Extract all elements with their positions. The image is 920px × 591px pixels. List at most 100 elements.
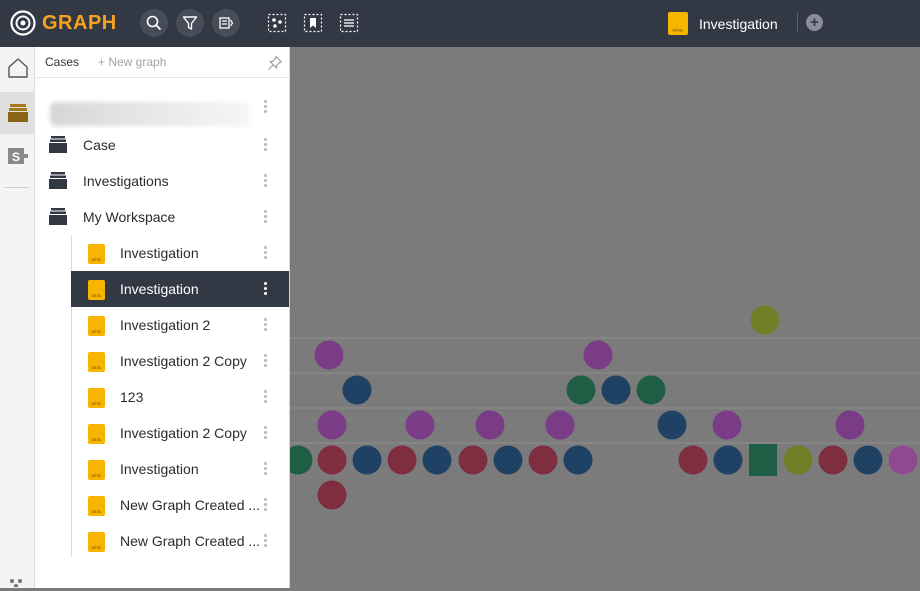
logo-text: GRAPH: [42, 11, 117, 34]
more-options-icon[interactable]: [258, 317, 272, 333]
graph-item[interactable]: MTGL Investigation 2 Copy: [71, 343, 289, 379]
graph-item[interactable]: MTGL 123: [71, 379, 289, 415]
more-options-icon[interactable]: [258, 173, 272, 189]
sql-icon: S: [7, 148, 28, 164]
graph-file-icon: MTGL: [88, 460, 105, 480]
graph-item[interactable]: MTGL Investigation: [71, 271, 289, 307]
layout-icon: [219, 17, 234, 29]
graph-file-icon: MTGL: [88, 496, 105, 516]
graph-node[interactable]: [818, 445, 848, 475]
graph-node[interactable]: [749, 444, 777, 476]
svg-text:MTGL: MTGL: [92, 438, 102, 442]
svg-text:MTGL: MTGL: [92, 258, 102, 262]
graph-node[interactable]: [783, 445, 813, 475]
graph-item[interactable]: MTGL Investigation: [71, 235, 289, 271]
graph-file-icon: MTGL: [88, 388, 105, 408]
graph-node[interactable]: [317, 410, 347, 440]
graph-item[interactable]: MTGL Investigation 2: [71, 307, 289, 343]
graph-node[interactable]: [317, 480, 347, 510]
graph-node[interactable]: [750, 305, 780, 335]
graph-item[interactable]: MTGL Investigation: [71, 451, 289, 487]
graph-svg[interactable]: [290, 47, 920, 588]
graph-node[interactable]: [317, 445, 347, 475]
graph-node[interactable]: [545, 410, 575, 440]
graph-node[interactable]: [636, 375, 666, 405]
graph-node[interactable]: [528, 445, 558, 475]
item-label: Case: [83, 137, 116, 153]
graph-item[interactable]: MTGL New Graph Created ...: [71, 523, 289, 559]
rail-home[interactable]: [0, 47, 35, 89]
graph-node[interactable]: [678, 445, 708, 475]
list-select-button[interactable]: [338, 12, 360, 34]
search-button[interactable]: [140, 9, 168, 37]
rail-divider: [5, 187, 29, 188]
more-options-icon[interactable]: [258, 461, 272, 477]
more-options-icon[interactable]: [258, 497, 272, 513]
item-label: Investigation: [120, 245, 199, 261]
graph-file-icon: MTGL: [668, 12, 688, 35]
item-label: Investigation: [120, 281, 199, 297]
svg-text:MTGL: MTGL: [92, 402, 102, 406]
graph-canvas[interactable]: [290, 47, 920, 588]
active-graph-tab[interactable]: MTGL Investigation: [668, 12, 778, 35]
graph-item[interactable]: MTGL New Graph Created ...: [71, 487, 289, 523]
graph-node[interactable]: [566, 375, 596, 405]
more-options-icon[interactable]: [258, 353, 272, 369]
graph-node[interactable]: [387, 445, 417, 475]
graph-node[interactable]: [342, 375, 372, 405]
item-label: Investigation 2 Copy: [120, 353, 247, 369]
graph-node[interactable]: [493, 445, 523, 475]
layout-button[interactable]: [212, 9, 240, 37]
rail-graph-settings[interactable]: [0, 573, 35, 591]
more-options-icon[interactable]: [258, 245, 272, 261]
svg-text:MTGL: MTGL: [92, 546, 102, 550]
select-nodes-button[interactable]: [266, 12, 288, 34]
graph-node[interactable]: [583, 340, 613, 370]
folder-item[interactable]: My Workspace: [35, 199, 289, 235]
graph-node[interactable]: [314, 340, 344, 370]
graph-node[interactable]: [713, 445, 743, 475]
pin-icon[interactable]: [267, 55, 283, 71]
graph-node[interactable]: [888, 445, 918, 475]
graph-file-icon: MTGL: [88, 316, 105, 336]
graph-node[interactable]: [853, 445, 883, 475]
svg-text:MTGL: MTGL: [92, 330, 102, 334]
svg-text:S: S: [11, 150, 19, 164]
bookmark-select-button[interactable]: [302, 12, 324, 34]
more-options-icon[interactable]: [258, 99, 272, 115]
more-options-icon[interactable]: [258, 281, 272, 297]
more-options-icon[interactable]: [258, 209, 272, 225]
rail-cases[interactable]: [0, 92, 35, 134]
graph-node[interactable]: [657, 410, 687, 440]
item-label: Investigations: [83, 173, 169, 189]
filter-button[interactable]: [176, 9, 204, 37]
rail-sql[interactable]: S: [0, 135, 35, 177]
graph-node[interactable]: [290, 445, 313, 475]
add-tab-button[interactable]: +: [806, 14, 823, 31]
folder-icon: [49, 136, 67, 153]
more-options-icon[interactable]: [258, 425, 272, 441]
graph-node[interactable]: [712, 410, 742, 440]
new-graph-link[interactable]: + New graph: [98, 55, 166, 69]
select-nodes-icon: [267, 13, 287, 33]
graph-node[interactable]: [405, 410, 435, 440]
graph-node[interactable]: [835, 410, 865, 440]
item-label: New Graph Created ...: [120, 533, 260, 549]
graph-node[interactable]: [458, 445, 488, 475]
svg-text:MTGL: MTGL: [92, 294, 102, 298]
more-options-icon[interactable]: [258, 389, 272, 405]
list-item-redacted[interactable]: [35, 89, 289, 126]
more-options-icon[interactable]: [258, 533, 272, 549]
graph-node[interactable]: [601, 375, 631, 405]
more-options-icon[interactable]: [258, 137, 272, 153]
folder-item[interactable]: Case: [35, 127, 289, 163]
graph-node[interactable]: [563, 445, 593, 475]
tab-cases[interactable]: Cases: [45, 55, 79, 69]
graph-item[interactable]: MTGL Investigation 2 Copy: [71, 415, 289, 451]
graph-node[interactable]: [422, 445, 452, 475]
folder-item[interactable]: Investigations: [35, 163, 289, 199]
graph-node[interactable]: [352, 445, 382, 475]
graph-node[interactable]: [475, 410, 505, 440]
svg-text:MTGL: MTGL: [92, 474, 102, 478]
app-logo[interactable]: GRAPH: [10, 10, 117, 36]
